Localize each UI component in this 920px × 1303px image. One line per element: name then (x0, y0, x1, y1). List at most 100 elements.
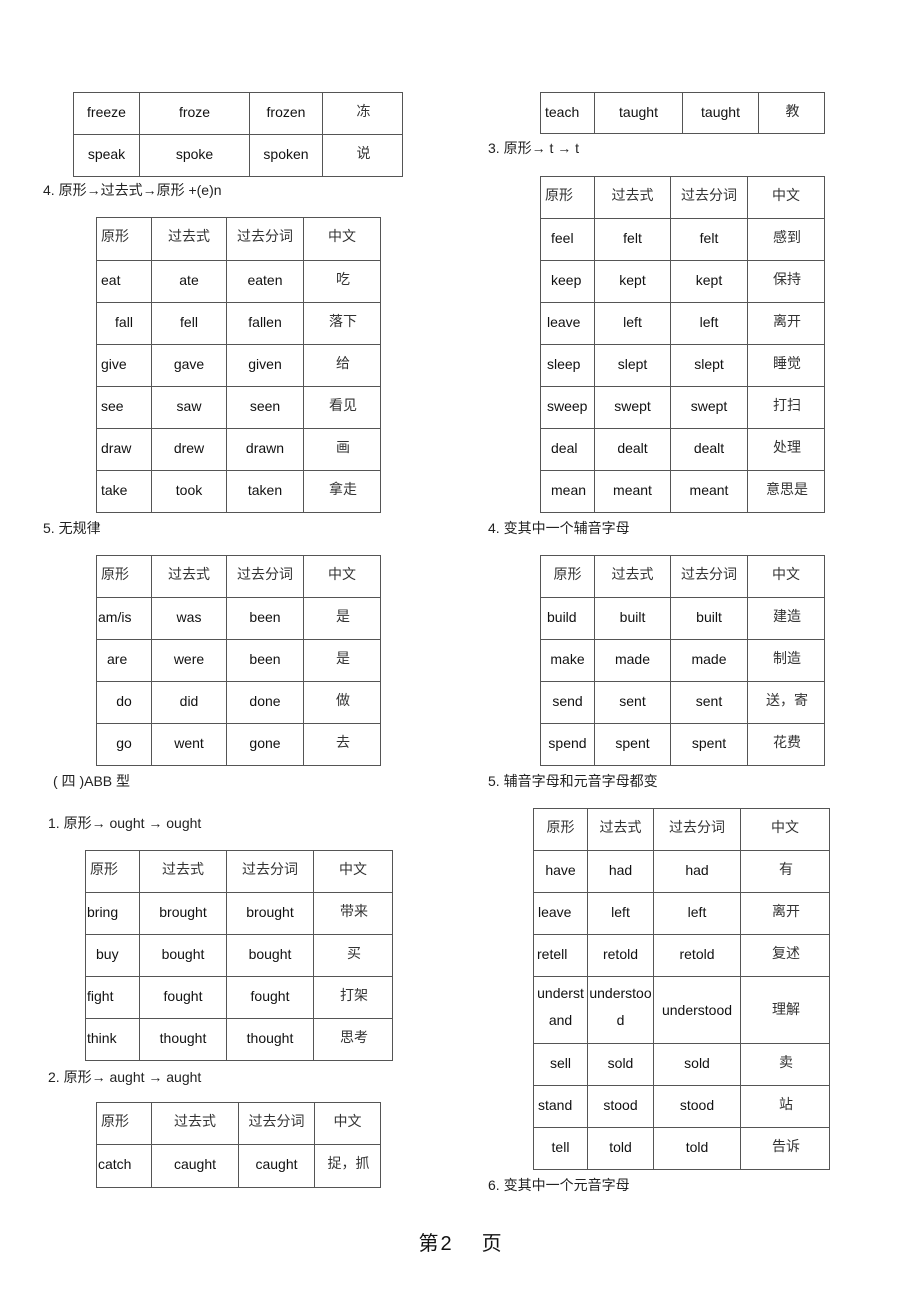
past-participle: taught (682, 92, 759, 134)
chinese-meaning: 带来 (313, 892, 393, 935)
chinese-meaning: 睡觉 (747, 344, 825, 387)
table-row: retell retold retold 复述 (533, 934, 830, 977)
past-tense: dealt (594, 428, 671, 471)
past-tense: bought (139, 934, 227, 977)
past-participle: spent (670, 723, 748, 766)
chinese-meaning: 处理 (747, 428, 825, 471)
table-row: buy bought bought 买 (85, 934, 393, 977)
past-participle: felt (670, 218, 748, 261)
section-title-consonant-change: 4. 变其中一个辅音字母 (488, 520, 630, 536)
table-row: have had had 有 (533, 850, 830, 893)
past-participle: bought (226, 934, 314, 977)
table-header-row: 原形 过去式 过去分词 中文 (85, 850, 393, 893)
base-form: spend (540, 723, 595, 766)
past-tense: left (594, 302, 671, 345)
chinese-meaning: 画 (303, 428, 381, 471)
header-chinese: 中文 (303, 555, 381, 598)
past-participle: dealt (670, 428, 748, 471)
past-participle: swept (670, 386, 748, 429)
base-form: fall (96, 302, 152, 345)
table-row: stand stood stood 站 (533, 1085, 830, 1128)
table-row: leave left left 离开 (533, 892, 830, 935)
past-tense: stood (587, 1085, 654, 1128)
verb-table-ought: 原形 过去式 过去分词 中文 bring brought brought 带来 … (85, 850, 393, 1061)
past-tense: thought (139, 1018, 227, 1061)
past-participle: spoken (249, 134, 323, 177)
past-tense: fought (139, 976, 227, 1019)
base-form: eat (96, 260, 152, 303)
past-participle: retold (653, 934, 741, 977)
header-base-form: 原形 (96, 217, 152, 261)
past-participle: thought (226, 1018, 314, 1061)
past-tense: fell (151, 302, 227, 345)
base-form: leave (540, 302, 595, 345)
table-row: feel felt felt 感到 (540, 218, 825, 261)
chinese-meaning: 买 (313, 934, 393, 977)
page-number: 2 (440, 1233, 452, 1255)
table-header-row: 原形 过去式 过去分词 中文 (96, 217, 381, 261)
page-footer: 第2 页 (0, 1227, 920, 1256)
base-form: fight (85, 976, 140, 1019)
header-past-participle: 过去分词 (226, 217, 304, 261)
past-participle: gone (226, 723, 304, 766)
base-form: freeze (73, 92, 140, 135)
chinese-meaning: 教 (758, 92, 825, 134)
past-participle: been (226, 639, 304, 682)
table-row: fight fought fought 打架 (85, 976, 393, 1019)
table-row: mean meant meant 意思是 (540, 470, 825, 513)
chinese-meaning: 保持 (747, 260, 825, 303)
header-base-form: 原形 (96, 1102, 152, 1145)
base-form: buy (85, 934, 140, 977)
table-row: sweep swept swept 打扫 (540, 386, 825, 429)
past-participle: told (653, 1127, 741, 1170)
base-form: feel (540, 218, 595, 261)
verb-table-en-suffix: 原形 过去式 过去分词 中文 eat ate eaten 吃 fall fell… (96, 217, 381, 513)
base-form: teach (540, 92, 595, 134)
section-title-aught: 2. 原形→ aught → aught (48, 1069, 202, 1085)
header-chinese: 中文 (747, 555, 825, 598)
base-form: send (540, 681, 595, 724)
table-header-row: 原形 过去式 过去分词 中文 (96, 1102, 381, 1145)
header-base-form: 原形 (85, 850, 140, 893)
header-past-tense: 过去式 (151, 217, 227, 261)
base-form: sweep (540, 386, 595, 429)
past-tense: spoke (139, 134, 250, 177)
table-row: eat ate eaten 吃 (96, 260, 381, 303)
table-row: am/is was been 是 (96, 597, 381, 640)
chinese-meaning: 送，寄 (747, 681, 825, 724)
base-form: think (85, 1018, 140, 1061)
header-chinese: 中文 (303, 217, 381, 261)
table-row: fall fell fallen 落下 (96, 302, 381, 345)
past-participle: taken (226, 470, 304, 513)
past-tense: brought (139, 892, 227, 935)
base-form: speak (73, 134, 140, 177)
part-title-abb: ( 四 )ABB 型 (53, 773, 131, 789)
verb-table-t-suffix: 原形 过去式 过去分词 中文 feel felt felt 感到 keep ke… (540, 176, 825, 513)
chinese-meaning: 打架 (313, 976, 393, 1019)
verb-table-continued-aught: teach taught taught 教 (540, 92, 825, 134)
chinese-meaning: 思考 (313, 1018, 393, 1061)
past-participle: eaten (226, 260, 304, 303)
chinese-meaning: 说 (322, 134, 403, 177)
past-participle: made (670, 639, 748, 682)
document-page: freeze froze frozen 冻 speak spoke spoken… (0, 0, 920, 1303)
past-tense: taught (594, 92, 683, 134)
chinese-meaning: 落下 (303, 302, 381, 345)
past-tense: left (587, 892, 654, 935)
table-row: do did done 做 (96, 681, 381, 724)
base-form: sleep (540, 344, 595, 387)
header-chinese: 中文 (740, 808, 830, 851)
header-past-participle: 过去分词 (238, 1102, 315, 1145)
past-tense: swept (594, 386, 671, 429)
chinese-meaning: 卖 (740, 1043, 830, 1086)
table-row: build built built 建造 (540, 597, 825, 640)
verb-table-aught: 原形 过去式 过去分词 中文 catch caught caught 捉，抓 (96, 1102, 381, 1188)
chinese-meaning: 冻 (322, 92, 403, 135)
table-row: give gave given 给 (96, 344, 381, 387)
table-row: sell sold sold 卖 (533, 1043, 830, 1086)
past-tense: meant (594, 470, 671, 513)
past-tense: went (151, 723, 227, 766)
table-row: spend spent spent 花费 (540, 723, 825, 766)
header-base-form: 原形 (96, 555, 152, 598)
base-form: sell (533, 1043, 588, 1086)
